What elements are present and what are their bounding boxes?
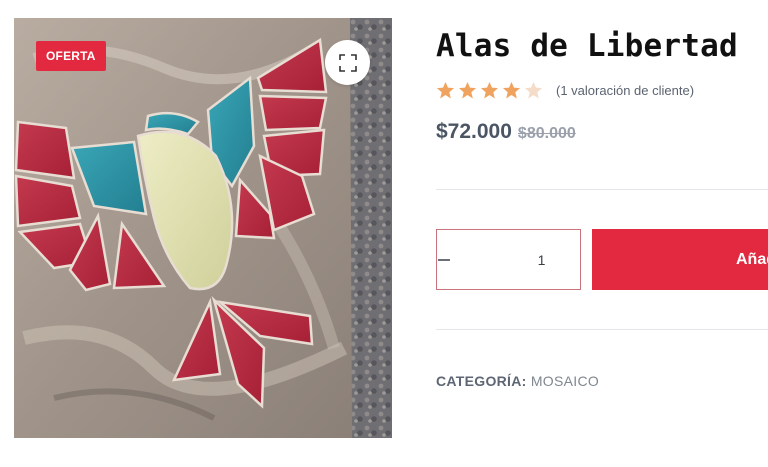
product-category: CATEGORÍA: MOSAICO — [436, 373, 599, 389]
decrease-quantity-button[interactable] — [437, 230, 451, 289]
product-page: OFERTA Alas de Libertad (1 valoración de… — [0, 0, 768, 467]
product-gallery[interactable]: OFERTA — [14, 18, 392, 438]
star-icon — [458, 81, 477, 99]
minus-icon — [438, 258, 450, 261]
divider — [436, 329, 768, 330]
sale-badge: OFERTA — [36, 41, 106, 71]
sale-price: $72.000 — [436, 120, 512, 143]
divider — [436, 189, 768, 190]
regular-price: $80.000 — [517, 125, 576, 142]
review-count-link[interactable]: (1 valoración de cliente) — [556, 83, 694, 98]
add-to-cart-button[interactable]: Añadir al carrito — [592, 229, 768, 290]
category-link[interactable]: MOSAICO — [531, 373, 599, 389]
product-summary: Alas de Libertad (1 valoración de client… — [436, 0, 768, 467]
star-icon — [524, 81, 543, 99]
quantity-stepper[interactable] — [436, 229, 645, 290]
category-label: CATEGORÍA: — [436, 373, 527, 389]
zoom-button[interactable] — [325, 40, 370, 85]
star-icon — [436, 81, 455, 99]
product-rating: (1 valoración de cliente) — [436, 81, 694, 100]
add-to-cart-label: Añadir al carrito — [736, 250, 768, 268]
fullscreen-icon — [338, 53, 357, 72]
star-icon — [502, 81, 521, 99]
product-price: $72.000 $80.000 — [436, 120, 576, 144]
star-icon — [480, 81, 499, 99]
rating-stars — [436, 81, 543, 100]
product-title: Alas de Libertad — [436, 28, 738, 64]
